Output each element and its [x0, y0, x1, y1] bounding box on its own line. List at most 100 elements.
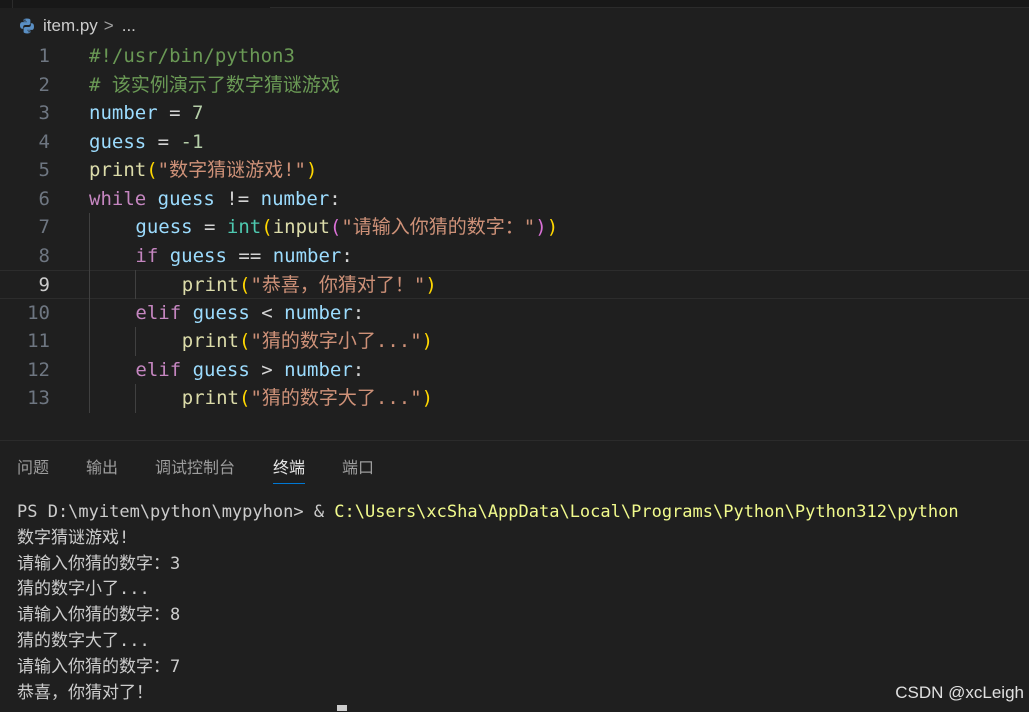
line-number: 3 [38, 102, 50, 124]
tab-debug-console[interactable]: 调试控制台 [155, 459, 235, 483]
code-token: "请输入你猜的数字：" [341, 216, 536, 238]
tab-problems[interactable]: 问题 [17, 459, 49, 483]
code-token: = [157, 102, 192, 124]
code-token: int [226, 216, 262, 238]
code-text: if guess == number: [135, 242, 352, 271]
code-token: == [226, 244, 273, 267]
code-token: ) [535, 216, 547, 238]
code-line[interactable]: 7 guess = int(input("请输入你猜的数字：")) [0, 213, 1029, 242]
code-token: guess [192, 358, 250, 381]
code-text: guess = -1 [89, 128, 203, 157]
line-number: 13 [27, 387, 50, 409]
line-number: 7 [38, 216, 50, 238]
line-number: 12 [27, 358, 50, 381]
code-token: number [284, 301, 353, 324]
terminal-output-line: 恭喜，你猜对了！ [17, 682, 153, 703]
code-token: guess [135, 216, 193, 238]
code-token: number [272, 244, 342, 267]
line-number: 1 [38, 45, 50, 67]
terminal-cursor [337, 705, 347, 711]
code-line[interactable]: 8 if guess == number: [0, 242, 1029, 271]
code-text: #!/usr/bin/python3 [89, 42, 295, 71]
line-number: 11 [27, 330, 50, 352]
code-text: number = 7 [89, 99, 203, 128]
terminal-output-line: 数字猜谜游戏! [17, 527, 130, 548]
code-text: while guess != number: [89, 185, 341, 214]
code-text: print("猜的数字小了...") [182, 327, 433, 356]
line-number: 10 [27, 301, 50, 324]
code-token: ) [421, 387, 434, 409]
code-line[interactable]: 12 elif guess > number: [0, 356, 1029, 385]
tab-terminal[interactable]: 终端 [273, 459, 306, 484]
indent-guide [135, 270, 137, 299]
code-line[interactable]: 3 number = 7 [0, 99, 1029, 128]
breadcrumb-symbols[interactable]: ... [122, 16, 136, 36]
code-token: number [89, 102, 158, 124]
indent-guide [135, 327, 137, 356]
code-token: print [181, 274, 239, 296]
code-text: guess = int(input("请输入你猜的数字：")) [135, 213, 558, 242]
terminal-output-line: 请输入你猜的数字：3 [17, 553, 181, 574]
terminal-call-operator: & [313, 502, 335, 522]
breadcrumb-file[interactable]: item.py [43, 16, 98, 36]
code-line[interactable]: 6 while guess != number: [0, 185, 1029, 214]
code-editor[interactable]: 1 #!/usr/bin/python3 2 # 该实例演示了数字猜谜游戏 3 numbe… [0, 42, 1029, 428]
code-token: ) [421, 330, 434, 352]
code-token: ( [239, 330, 251, 352]
code-line[interactable]: 11 print("猜的数字小了...") [0, 327, 1029, 356]
code-token: guess [157, 187, 215, 210]
code-line[interactable]: 10 elif guess < number: [0, 299, 1029, 328]
code-token: > [249, 358, 285, 381]
code-text: print("数字猜谜游戏!") [89, 156, 317, 185]
code-token: # 该实例演示了数字猜谜游戏 [89, 73, 340, 96]
code-token: : [341, 244, 353, 267]
indent-guide [89, 213, 90, 413]
code-line[interactable]: 13 print("猜的数字大了...") [0, 384, 1029, 413]
line-number: 5 [38, 159, 50, 181]
code-token: ( [329, 216, 342, 238]
indent-guide [135, 384, 137, 413]
code-text: elif guess > number: [135, 356, 364, 385]
code-token: elif [135, 358, 182, 381]
line-number: 2 [38, 73, 50, 96]
code-text: elif guess < number: [135, 299, 364, 328]
tab-output[interactable]: 输出 [86, 459, 118, 483]
code-line[interactable]: 1 #!/usr/bin/python3 [0, 42, 1029, 71]
code-token: < [249, 301, 285, 324]
tab-divider [0, 0, 13, 8]
terminal-command: C:\Users\xcSha\AppData\Local\Programs\Py… [334, 502, 959, 522]
code-token: number [284, 358, 353, 381]
code-token: ( [239, 387, 251, 409]
line-number: 9 [38, 274, 50, 296]
code-token: = [146, 130, 181, 153]
terminal[interactable]: PS D:\myitem\python\mypyhon> & C:\Users\… [17, 500, 1029, 706]
code-token: ) [546, 216, 559, 238]
code-token: : [352, 301, 365, 324]
tab-strip-border [270, 7, 1029, 8]
code-token: #!/usr/bin/python3 [89, 45, 295, 67]
code-token: if [135, 244, 159, 267]
terminal-output-line: 请输入你猜的数字：7 [17, 656, 181, 677]
code-line[interactable]: 5 print("数字猜谜游戏!") [0, 156, 1029, 185]
code-line[interactable]: 9 print("恭喜，你猜对了！") [0, 270, 1029, 299]
code-token: = [192, 216, 227, 238]
line-number: 8 [38, 244, 50, 267]
tab-ports[interactable]: 端口 [342, 459, 374, 483]
editor-tab-strip [0, 0, 1029, 8]
code-token: "恭喜，你猜对了！" [250, 274, 426, 296]
code-line[interactable]: 4 guess = -1 [0, 128, 1029, 157]
line-number: 6 [38, 187, 50, 210]
code-token: print [181, 387, 239, 409]
code-token: -1 [180, 130, 204, 153]
code-line[interactable]: 2 # 该实例演示了数字猜谜游戏 [0, 71, 1029, 100]
code-token: ( [146, 159, 158, 181]
code-token: "猜的数字小了..." [250, 330, 422, 352]
code-token: : [329, 187, 341, 210]
line-number: 4 [38, 130, 50, 153]
terminal-output-line: 猜的数字小了... [17, 579, 150, 600]
breadcrumb: item.py > ... [0, 12, 400, 40]
